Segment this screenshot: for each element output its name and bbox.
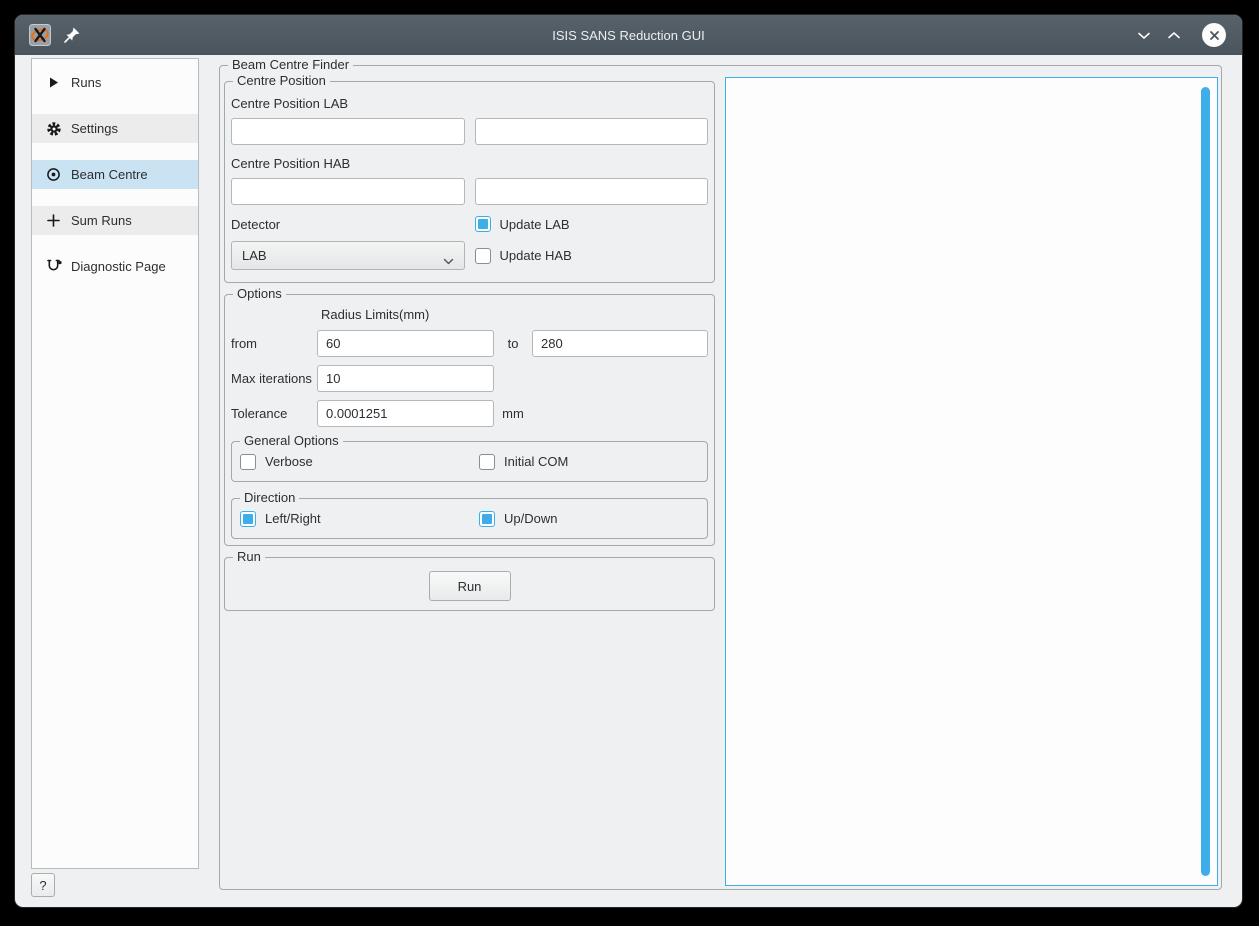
initial-com-checkbox[interactable] (479, 454, 495, 470)
plot-panel (725, 77, 1218, 886)
centre-position-title: Centre Position (233, 73, 330, 88)
update-lab-label: Update LAB (500, 217, 570, 232)
to-label: to (494, 336, 532, 351)
sidebar-item-label: Sum Runs (71, 213, 132, 228)
general-options-group: General Options Verbose Initial COM (231, 441, 708, 482)
from-label: from (231, 336, 317, 351)
minimize-button[interactable] (1132, 23, 1156, 47)
radius-to-input[interactable] (532, 330, 708, 357)
centre-hab-x-input[interactable] (231, 178, 465, 205)
group-title: Beam Centre Finder (228, 57, 353, 72)
scrollbar-thumb[interactable] (1201, 87, 1210, 876)
help-button[interactable]: ? (31, 873, 55, 897)
options-title: Options (233, 286, 286, 301)
tolerance-label: Tolerance (231, 406, 317, 421)
sidebar-item-label: Beam Centre (71, 167, 148, 182)
direction-group: Direction Left/Right Up/Down (231, 498, 708, 539)
update-lab-checkbox[interactable] (475, 216, 491, 232)
max-iterations-input[interactable] (317, 365, 494, 392)
sidebar-item-label: Settings (71, 121, 118, 136)
initial-com-label: Initial COM (504, 454, 568, 469)
titlebar: ISIS SANS Reduction GUI (15, 15, 1242, 55)
radius-from-input[interactable] (317, 330, 494, 357)
beam-centre-finder-group: Beam Centre Finder Centre Position Centr… (219, 65, 1222, 890)
update-hab-label: Update HAB (500, 248, 572, 263)
sidebar-item-beam-centre[interactable]: Beam Centre (32, 160, 198, 189)
detector-label: Detector (231, 217, 465, 232)
verbose-label: Verbose (265, 454, 313, 469)
gear-icon (45, 120, 62, 137)
update-hab-checkbox[interactable] (475, 248, 491, 264)
chevron-down-icon (443, 253, 454, 268)
stethoscope-icon (45, 258, 62, 275)
general-options-title: General Options (240, 433, 343, 448)
centre-lab-x-input[interactable] (231, 118, 465, 145)
sidebar-item-label: Diagnostic Page (71, 259, 166, 274)
sidebar-item-label: Runs (71, 75, 101, 90)
direction-title: Direction (240, 490, 299, 505)
up-down-label: Up/Down (504, 511, 557, 526)
tolerance-unit-label: mm (494, 406, 532, 421)
max-iterations-label: Max iterations (231, 371, 317, 386)
sidebar-item-runs[interactable]: Runs (32, 68, 198, 97)
verbose-checkbox[interactable] (240, 454, 256, 470)
window-title: ISIS SANS Reduction GUI (15, 28, 1242, 43)
tolerance-input[interactable] (317, 400, 494, 427)
centre-position-group: Centre Position Centre Position LAB Cent… (224, 81, 715, 283)
left-right-checkbox[interactable] (240, 511, 256, 527)
radius-limits-label: Radius Limits(mm) (321, 307, 708, 322)
centre-hab-y-input[interactable] (475, 178, 709, 205)
centre-lab-y-input[interactable] (475, 118, 709, 145)
target-icon (45, 166, 62, 183)
app-window: ISIS SANS Reduction GUI Runs (14, 14, 1243, 908)
options-group: Options Radius Limits(mm) from to Max it… (224, 294, 715, 546)
run-title: Run (233, 549, 265, 564)
sidebar: Runs Settings Beam Centre (31, 58, 199, 869)
centre-position-lab-label: Centre Position LAB (231, 96, 708, 111)
left-right-label: Left/Right (265, 511, 321, 526)
run-button[interactable]: Run (429, 571, 511, 601)
plus-icon (45, 212, 62, 229)
detector-selected-value: LAB (242, 248, 267, 263)
centre-position-hab-label: Centre Position HAB (231, 156, 708, 171)
maximize-button[interactable] (1162, 23, 1186, 47)
sidebar-item-diagnostic-page[interactable]: Diagnostic Page (32, 252, 198, 281)
detector-select[interactable]: LAB (231, 241, 465, 270)
up-down-checkbox[interactable] (479, 511, 495, 527)
sidebar-item-sum-runs[interactable]: Sum Runs (32, 206, 198, 235)
sidebar-item-settings[interactable]: Settings (32, 114, 198, 143)
run-group: Run Run (224, 557, 715, 611)
play-triangle-icon (45, 74, 62, 91)
close-button[interactable] (1202, 23, 1226, 47)
